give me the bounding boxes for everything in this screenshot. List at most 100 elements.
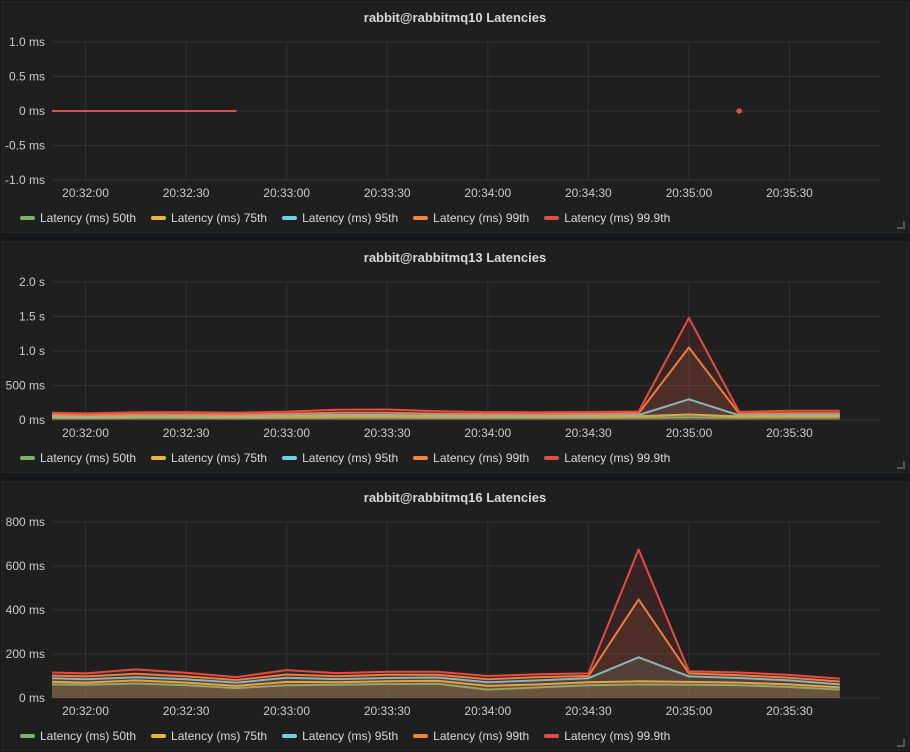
legend-label: Latency (ms) 99th (433, 729, 529, 743)
legend-color-marker (544, 734, 559, 738)
x-tick-label: 20:34:30 (565, 426, 612, 440)
legend-color-marker (20, 456, 35, 460)
legend-color-marker (544, 456, 559, 460)
legend-label: Latency (ms) 50th (40, 451, 136, 465)
x-tick-label: 20:35:00 (666, 186, 713, 200)
panel-resize-handle-icon[interactable] (896, 220, 905, 229)
legend-item[interactable]: Latency (ms) 50th (20, 211, 136, 225)
legend-label: Latency (ms) 95th (302, 729, 398, 743)
y-tick-label: -1.0 ms (5, 173, 45, 187)
grafana-dashboard: rabbit@rabbitmq10 Latencies 20:32:0020:3… (0, 0, 910, 752)
x-tick-label: 20:32:30 (163, 704, 210, 718)
y-tick-label: 1.5 s (19, 310, 45, 324)
latency-chart-rabbitmq13[interactable]: 20:32:00 20:32:30 20:33:00 20:33:30 20:34:00… (2, 272, 908, 444)
x-tick-label: 20:33:00 (263, 186, 310, 200)
x-tick-label: 20:35:00 (666, 704, 713, 718)
x-tick-label: 20:33:30 (364, 426, 411, 440)
legend-label: Latency (ms) 99.9th (564, 211, 670, 225)
y-tick-label: 600 ms (6, 559, 45, 573)
legend-color-marker (151, 216, 166, 220)
y-tick-label: 0.5 ms (9, 70, 45, 84)
legend-color-marker (20, 216, 35, 220)
x-tick-label: 20:33:30 (364, 186, 411, 200)
y-tick-label: 0 ms (19, 104, 45, 118)
legend-label: Latency (ms) 50th (40, 729, 136, 743)
y-tick-label: -0.5 ms (5, 139, 45, 153)
x-tick-label: 20:35:30 (766, 426, 813, 440)
legend-item[interactable]: Latency (ms) 95th (282, 729, 398, 743)
legend-item[interactable]: Latency (ms) 99th (413, 451, 529, 465)
x-tick-label: 20:35:00 (666, 426, 713, 440)
y-tick-label: 200 ms (6, 647, 45, 661)
x-tick-label: 20:33:00 (263, 704, 310, 718)
legend-color-marker (544, 216, 559, 220)
x-tick-label: 20:33:00 (263, 426, 310, 440)
data-point-marker (737, 109, 742, 114)
legend-color-marker (151, 734, 166, 738)
legend-color-marker (413, 456, 428, 460)
legend-item[interactable]: Latency (ms) 99.9th (544, 211, 670, 225)
x-tick-label: 20:34:00 (464, 186, 511, 200)
legend-color-marker (282, 216, 297, 220)
panel-title[interactable]: rabbit@rabbitmq16 Latencies (2, 482, 908, 512)
legend-item[interactable]: Latency (ms) 99.9th (544, 729, 670, 743)
legend-color-marker (20, 734, 35, 738)
panel-rabbitmq13-latencies: rabbit@rabbitmq13 Latencies 20:32:0020:3… (2, 242, 908, 472)
panel-title[interactable]: rabbit@rabbitmq10 Latencies (2, 2, 908, 32)
chart-legend: Latency (ms) 50th Latency (ms) 75th Latenc… (2, 444, 908, 472)
legend-item[interactable]: Latency (ms) 75th (151, 211, 267, 225)
chart-area: 20:32:00 20:32:30 20:33:00 20:33:30 20:34:00… (2, 512, 908, 722)
x-tick-label: 20:32:30 (163, 186, 210, 200)
chart-legend: Latency (ms) 50th Latency (ms) 75th Latenc… (2, 204, 908, 232)
x-tick-label: 20:34:00 (464, 704, 511, 718)
legend-label: Latency (ms) 75th (171, 729, 267, 743)
legend-label: Latency (ms) 99th (433, 451, 529, 465)
legend-color-marker (282, 734, 297, 738)
panel-resize-handle-icon[interactable] (896, 738, 905, 747)
legend-label: Latency (ms) 99.9th (564, 729, 670, 743)
legend-color-marker (282, 456, 297, 460)
x-tick-label: 20:32:00 (62, 186, 109, 200)
legend-item[interactable]: Latency (ms) 99th (413, 729, 529, 743)
legend-item[interactable]: Latency (ms) 95th (282, 451, 398, 465)
x-tick-label: 20:35:30 (766, 186, 813, 200)
y-tick-label: 400 ms (6, 603, 45, 617)
legend-item[interactable]: Latency (ms) 99.9th (544, 451, 670, 465)
y-tick-label: 500 ms (6, 379, 45, 393)
x-tick-label: 20:34:30 (565, 186, 612, 200)
x-tick-label: 20:34:00 (464, 426, 511, 440)
legend-item[interactable]: Latency (ms) 99th (413, 211, 529, 225)
series-Latency (ms) 99.9th (52, 550, 840, 699)
series-Latency (ms) 99.9th (52, 318, 840, 420)
chart-area: 20:32:00 20:32:30 20:33:00 20:33:30 20:34:00… (2, 32, 908, 204)
legend-label: Latency (ms) 95th (302, 451, 398, 465)
x-tick-label: 20:33:30 (364, 704, 411, 718)
x-tick-label: 20:35:30 (766, 704, 813, 718)
legend-label: Latency (ms) 75th (171, 211, 267, 225)
legend-label: Latency (ms) 50th (40, 211, 136, 225)
y-tick-label: 1.0 ms (9, 35, 45, 49)
latency-chart-rabbitmq16[interactable]: 20:32:00 20:32:30 20:33:00 20:33:30 20:34:00… (2, 512, 908, 722)
legend-item[interactable]: Latency (ms) 95th (282, 211, 398, 225)
legend-color-marker (151, 456, 166, 460)
legend-item[interactable]: Latency (ms) 75th (151, 451, 267, 465)
legend-label: Latency (ms) 75th (171, 451, 267, 465)
x-tick-label: 20:32:00 (62, 426, 109, 440)
x-tick-label: 20:32:30 (163, 426, 210, 440)
legend-item[interactable]: Latency (ms) 50th (20, 451, 136, 465)
panel-title[interactable]: rabbit@rabbitmq13 Latencies (2, 242, 908, 272)
x-tick-label: 20:34:30 (565, 704, 612, 718)
panel-rabbitmq10-latencies: rabbit@rabbitmq10 Latencies 20:32:0020:3… (2, 2, 908, 232)
x-tick-label: 20:32:00 (62, 704, 109, 718)
legend-label: Latency (ms) 95th (302, 211, 398, 225)
panel-resize-handle-icon[interactable] (896, 460, 905, 469)
latency-chart-rabbitmq10[interactable]: 20:32:00 20:32:30 20:33:00 20:33:30 20:34:00… (2, 32, 908, 204)
legend-label: Latency (ms) 99th (433, 211, 529, 225)
y-tick-label: 2.0 s (19, 275, 45, 289)
y-tick-label: 0 ms (19, 413, 45, 427)
panel-rabbitmq16-latencies: rabbit@rabbitmq16 Latencies 20:32:0020:3… (2, 482, 908, 750)
y-tick-label: 800 ms (6, 515, 45, 529)
legend-item[interactable]: Latency (ms) 75th (151, 729, 267, 743)
y-tick-label: 1.0 s (19, 344, 45, 358)
legend-item[interactable]: Latency (ms) 50th (20, 729, 136, 743)
